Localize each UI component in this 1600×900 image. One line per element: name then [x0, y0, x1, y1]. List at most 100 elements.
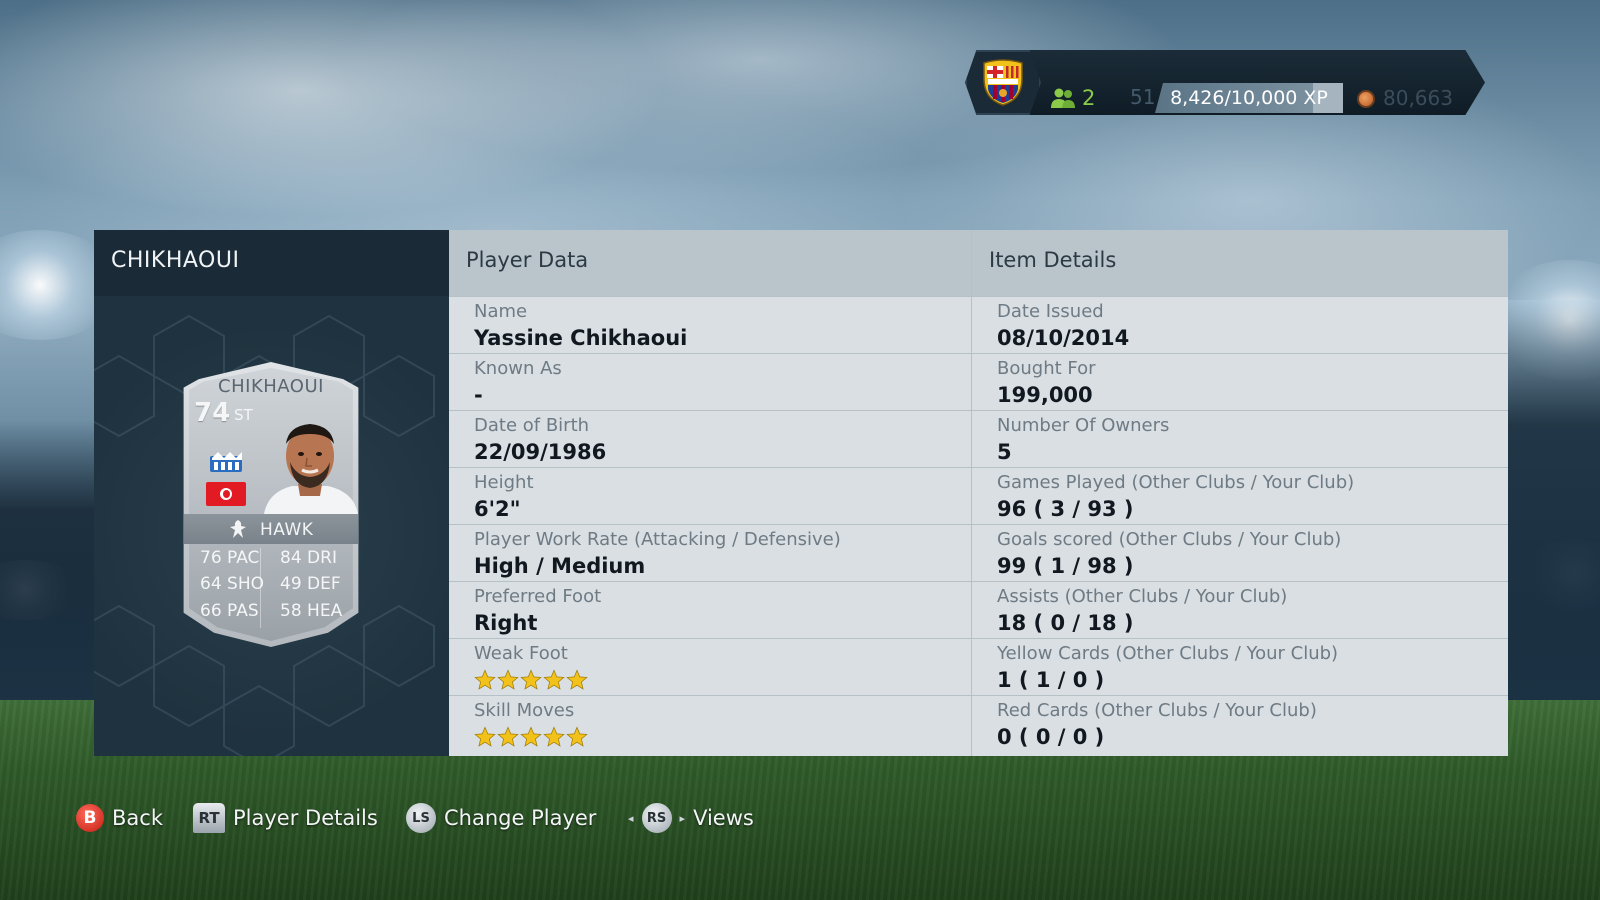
back-hint[interactable]: B Back — [76, 798, 163, 838]
row-value: 0 ( 0 / 0 ) — [997, 725, 1105, 749]
player-data-row-skill-moves: Skill Moves — [449, 695, 971, 752]
row-value: 22/09/1986 — [474, 440, 607, 464]
back-label: Back — [112, 806, 163, 830]
item-row-goals: Goals scored (Other Clubs / Your Club) 9… — [972, 524, 1508, 581]
item-details-header: Item Details — [972, 230, 1508, 296]
star-icon — [497, 726, 519, 747]
rs-stick-icon: RS — [641, 803, 672, 833]
row-value: 18 ( 0 / 18 ) — [997, 611, 1134, 635]
card-player-name: CHIKHAOUI — [218, 376, 324, 397]
row-label: Red Cards (Other Clubs / Your Club) — [997, 700, 1317, 721]
managers-count: 2 — [1082, 86, 1096, 110]
change-player-label: Change Player — [444, 806, 597, 830]
item-row-red-cards: Red Cards (Other Clubs / Your Club) 0 ( … — [972, 695, 1508, 752]
player-data-row-height: Height 6'2" — [449, 467, 971, 524]
item-details-title: Item Details — [989, 248, 1117, 272]
player-info-panel: CHIKHAOUI CHIKHAOUI 74 ST HAWK 76 PAC 84… — [94, 230, 1508, 756]
card-rating: 74 — [194, 398, 231, 428]
rt-trigger-icon: RT — [193, 803, 225, 833]
level-number: 51 — [1130, 85, 1156, 109]
managers-icon — [1051, 88, 1075, 108]
row-value: High / Medium — [474, 554, 646, 578]
row-value: 1 ( 1 / 0 ) — [997, 668, 1105, 692]
row-value: - — [474, 383, 483, 407]
stat-row: 76 PAC 84 DRI — [194, 548, 354, 574]
stat-row: 66 PAS 58 HEA — [194, 601, 354, 627]
row-label: Name — [474, 301, 528, 322]
row-value: Yassine Chikhaoui — [474, 326, 688, 350]
row-label: Preferred Foot — [474, 586, 602, 607]
stat-dri: 84 DRI — [280, 548, 337, 568]
item-row-date-issued: Date Issued 08/10/2014 — [972, 296, 1508, 353]
right-arrow-icon: ▸ — [679, 811, 686, 825]
managers-indicator: 2 — [1050, 85, 1095, 111]
coin-icon — [1357, 90, 1375, 108]
club-logo-icon — [210, 452, 242, 472]
row-label: Number Of Owners — [997, 415, 1170, 436]
player-data-header: Player Data — [449, 230, 971, 296]
left-header-bar: CHIKHAOUI — [94, 230, 449, 296]
coins-balance: 80,663 — [1383, 86, 1453, 110]
xp-text: 8,426/10,000 XP — [1170, 87, 1328, 109]
star-icon — [474, 669, 496, 690]
row-value: 96 ( 3 / 93 ) — [997, 497, 1134, 521]
stat-def: 49 DEF — [280, 574, 341, 594]
item-row-bought-for: Bought For 199,000 — [972, 353, 1508, 410]
row-value: 99 ( 1 / 98 ) — [997, 554, 1134, 578]
player-data-row-preferred-foot: Preferred Foot Right — [449, 581, 971, 638]
row-label: Yellow Cards (Other Clubs / Your Club) — [997, 643, 1339, 664]
hawk-chemistry-icon — [230, 520, 246, 538]
star-icon — [474, 726, 496, 747]
change-player-hint[interactable]: LS Change Player — [406, 798, 596, 838]
row-label: Games Played (Other Clubs / Your Club) — [997, 472, 1355, 493]
club-crest-icon — [983, 59, 1023, 106]
stat-hea: 58 HEA — [280, 601, 343, 621]
item-row-assists: Assists (Other Clubs / Your Club) 18 ( 0… — [972, 581, 1508, 638]
row-label: Height — [474, 472, 534, 493]
row-label: Skill Moves — [474, 700, 575, 721]
controller-hints: B Back RT Player Details LS Change Playe… — [0, 798, 1600, 838]
player-card-column: CHIKHAOUI CHIKHAOUI 74 ST HAWK 76 PAC 84… — [94, 230, 449, 756]
stat-sho: 64 SHO — [200, 574, 265, 594]
row-label: Date Issued — [997, 301, 1104, 322]
row-label: Bought For — [997, 358, 1096, 379]
ls-stick-icon: LS — [406, 803, 436, 833]
card-position: ST — [234, 406, 253, 424]
star-icon — [497, 669, 519, 690]
item-row-owners: Number Of Owners 5 — [972, 410, 1508, 467]
item-details-column: Item Details Date Issued 08/10/2014 Boug… — [972, 230, 1508, 756]
row-value: Right — [474, 611, 538, 635]
player-data-row-dob: Date of Birth 22/09/1986 — [449, 410, 971, 467]
row-value: 6'2" — [474, 497, 521, 521]
player-details-hint[interactable]: RT Player Details — [193, 798, 378, 838]
row-value: 199,000 — [997, 383, 1093, 407]
stat-row: 64 SHO 49 DEF — [194, 574, 354, 600]
player-data-row-work-rate: Player Work Rate (Attacking / Defensive)… — [449, 524, 971, 581]
skill-moves-stars — [474, 726, 588, 748]
weak-foot-stars — [474, 669, 588, 691]
player-data-column: Player Data Name Yassine Chikhaoui Known… — [449, 230, 971, 756]
row-label: Assists (Other Clubs / Your Club) — [997, 586, 1288, 607]
player-card[interactable]: CHIKHAOUI 74 ST HAWK 76 PAC 84 DRI 64 SH… — [176, 362, 366, 647]
player-data-title: Player Data — [466, 248, 589, 272]
item-row-yellow-cards: Yellow Cards (Other Clubs / Your Club) 1… — [972, 638, 1508, 695]
row-value: 08/10/2014 — [997, 326, 1130, 350]
player-data-row-known-as: Known As - — [449, 353, 971, 410]
star-icon — [566, 669, 588, 690]
xp-progress-bar: 8,426/10,000 XP — [1155, 83, 1343, 113]
stat-pas: 66 PAS — [200, 601, 259, 621]
row-label: Weak Foot — [474, 643, 568, 664]
row-label: Known As — [474, 358, 562, 379]
star-icon — [566, 726, 588, 747]
views-hint[interactable]: ◂ RS ▸ Views — [628, 798, 754, 838]
player-panel-title: CHIKHAOUI — [111, 248, 240, 273]
left-arrow-icon: ◂ — [628, 811, 634, 825]
chemistry-style-name: HAWK — [260, 520, 314, 540]
views-label: Views — [693, 806, 754, 830]
star-icon — [543, 726, 565, 747]
nation-flag-icon — [206, 482, 246, 506]
row-label: Goals scored (Other Clubs / Your Club) — [997, 529, 1342, 550]
stat-pac: 76 PAC — [200, 548, 260, 568]
player-details-label: Player Details — [233, 806, 378, 830]
star-icon — [520, 669, 542, 690]
